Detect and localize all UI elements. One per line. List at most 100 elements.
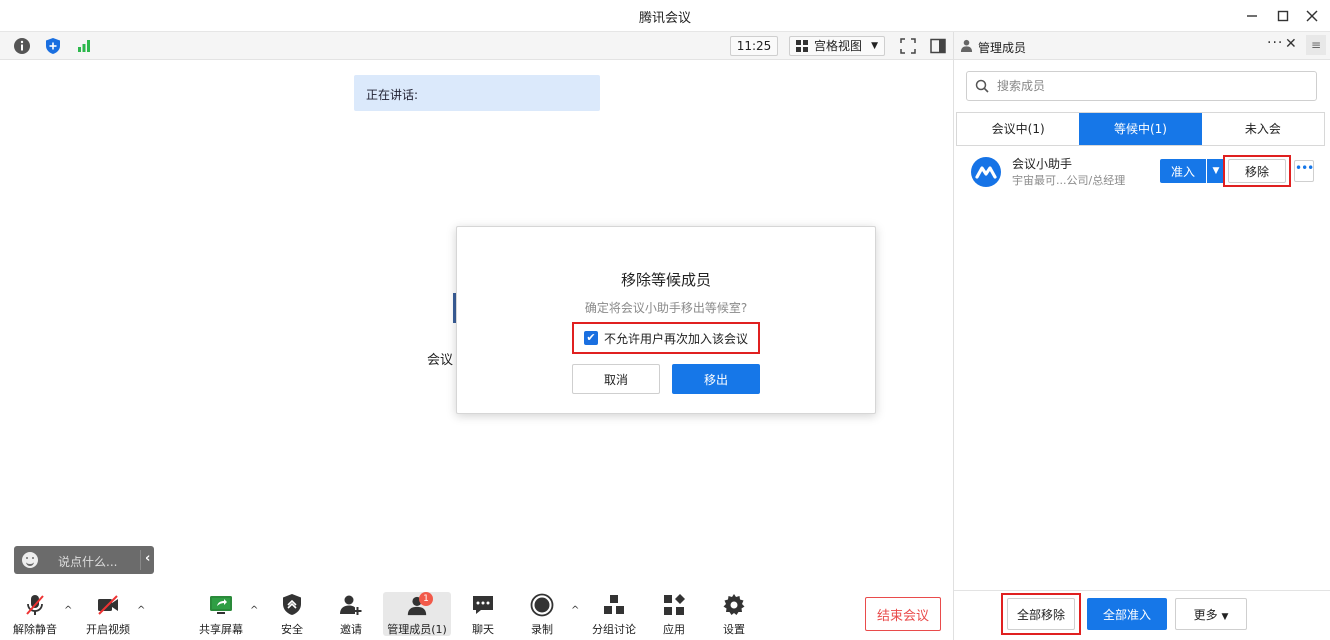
minimize-icon [1247, 15, 1257, 17]
record-label: 录制 [531, 623, 553, 636]
video-options-caret[interactable]: ^ [137, 605, 145, 616]
record-icon [530, 593, 554, 617]
tab-waiting[interactable]: 等候中(1) [1079, 113, 1202, 145]
admit-all-button[interactable]: 全部准入 [1087, 598, 1167, 630]
meeting-info-button[interactable] [13, 37, 31, 55]
invite-button[interactable]: 邀请 [321, 591, 381, 637]
security-label: 安全 [281, 623, 303, 636]
end-meeting-button[interactable]: 结束会议 [865, 597, 941, 631]
manage-members-button[interactable]: 1 管理成员(1) [383, 592, 451, 636]
view-mode-dropdown[interactable]: 宫格视图 ▼ [789, 36, 885, 56]
quick-chat-bar[interactable]: 说点什么... ‹ [14, 546, 154, 574]
share-screen-label: 共享屏幕 [199, 623, 243, 636]
signal-icon [78, 40, 90, 52]
members-badge: 1 [419, 592, 433, 606]
search-input[interactable] [997, 77, 1297, 95]
confirm-remove-button[interactable]: 移出 [672, 364, 760, 394]
panel-header: 管理成员 ··· ✕ ≡ [954, 32, 1330, 60]
audio-options-caret[interactable]: ^ [64, 605, 72, 616]
camera-off-icon [98, 595, 118, 615]
speaking-indicator: 正在讲话: [354, 75, 600, 111]
view-mode-label: 宫格视图 [814, 39, 863, 53]
collapse-chat-icon[interactable]: ‹ [145, 551, 150, 566]
info-icon [14, 38, 30, 54]
user-icon [960, 39, 973, 52]
shield-icon [46, 38, 60, 54]
more-label: 更多 [1193, 607, 1218, 622]
tab-not-joined[interactable]: 未入会 [1201, 113, 1324, 145]
start-video-button[interactable]: 开启视频 [78, 591, 138, 637]
grid-view-icon [796, 40, 808, 52]
record-button[interactable]: 录制 [512, 591, 572, 637]
share-screen-button[interactable]: 共享屏幕 [191, 591, 251, 637]
record-options-caret[interactable]: ^ [571, 605, 579, 616]
toggle-sidebar-button[interactable] [929, 37, 947, 55]
divider [140, 550, 141, 570]
panel-title: 管理成员 [978, 41, 1027, 55]
security-button[interactable]: 安全 [262, 591, 322, 637]
participant-name-partial: 会议 [427, 353, 454, 368]
cancel-button[interactable]: 取消 [572, 364, 660, 394]
maximize-button[interactable] [1273, 6, 1293, 26]
block-rejoin-checkbox[interactable]: ✔ 不允许用户再次加入该会议 [572, 322, 760, 354]
remove-waiting-member-dialog: 移除等候成员 确定将会议小助手移出等候室? ✔ 不允许用户再次加入该会议 取消 … [456, 226, 876, 414]
member-tabs: 会议中(1) 等候中(1) 未入会 [956, 112, 1325, 146]
security-status-button[interactable] [44, 37, 62, 55]
close-window-button[interactable] [1302, 6, 1322, 26]
search-icon [975, 79, 989, 93]
more-dropdown[interactable]: 更多 ▼ [1175, 598, 1247, 630]
list-item: 会议小助手 宇宙最可...公司/总经理 准入 ▼ 移除 ••• [954, 150, 1330, 196]
unmute-label: 解除静音 [13, 623, 57, 636]
apps-icon [664, 594, 685, 615]
chevron-down-icon: ▼ [1221, 611, 1229, 622]
share-screen-icon [210, 596, 232, 614]
fullscreen-icon [900, 38, 916, 54]
member-name: 会议小助手 [1012, 157, 1073, 171]
dialog-description: 确定将会议小助手移出等候室? [584, 301, 748, 315]
add-user-icon [340, 595, 362, 615]
checkbox-label[interactable]: 不允许用户再次加入该会议 [604, 330, 748, 347]
unmute-button[interactable]: 解除静音 [5, 591, 65, 637]
security-shield-icon [283, 594, 301, 615]
apps-label: 应用 [663, 623, 685, 636]
breakout-icon [604, 595, 624, 614]
chat-button[interactable]: 聊天 [453, 591, 513, 637]
network-status-button[interactable] [75, 37, 93, 55]
sidebar-icon [930, 38, 946, 54]
meeting-toolbar: 11:25 宫格视图 ▼ [0, 32, 953, 60]
chat-icon [473, 596, 493, 614]
start-video-label: 开启视频 [86, 623, 130, 636]
panel-menu-icon[interactable]: ≡ [1306, 35, 1326, 55]
avatar [971, 157, 1001, 187]
apps-button[interactable]: 应用 [644, 591, 704, 637]
panel-close-icon[interactable]: ✕ [1285, 36, 1297, 52]
remove-button[interactable]: 移除 [1228, 159, 1286, 183]
tab-in-meeting[interactable]: 会议中(1) [957, 113, 1080, 145]
breakout-rooms-button[interactable]: 分组讨论 [584, 591, 644, 637]
member-search[interactable] [966, 71, 1317, 101]
remove-all-button[interactable]: 全部移除 [1007, 598, 1075, 630]
tencent-meeting-logo-icon [975, 166, 997, 179]
window-title: 腾讯会议 [638, 11, 691, 26]
invite-label: 邀请 [340, 623, 362, 636]
manage-members-label: 管理成员(1) [387, 623, 447, 636]
member-more-icon[interactable]: ••• [1294, 160, 1314, 182]
chat-input-placeholder[interactable]: 说点什么... [58, 553, 117, 570]
settings-button[interactable]: 设置 [704, 591, 764, 637]
fullscreen-button[interactable] [899, 37, 917, 55]
settings-label: 设置 [723, 623, 745, 636]
bottom-toolbar: 解除静音 ^ 开启视频 ^ 共享屏幕 ^ 安全 邀请 1 管理成员(1) 聊天 … [0, 581, 953, 640]
checkbox-checked-icon[interactable]: ✔ [584, 331, 598, 345]
dialog-title: 移除等候成员 [620, 271, 711, 289]
share-options-caret[interactable]: ^ [250, 605, 258, 616]
panel-footer: 全部移除 全部准入 更多 ▼ [954, 590, 1330, 640]
emoji-icon[interactable] [22, 552, 38, 568]
panel-more-icon[interactable]: ··· [1267, 35, 1283, 51]
chevron-down-icon: ▼ [871, 41, 878, 51]
minimize-button[interactable] [1242, 6, 1262, 26]
breakout-rooms-label: 分组讨论 [592, 623, 636, 636]
admit-button[interactable]: 准入 [1160, 159, 1206, 183]
member-subtitle: 宇宙最可...公司/总经理 [1012, 174, 1126, 187]
members-panel: 管理成员 ··· ✕ ≡ 会议中(1) 等候中(1) 未入会 会议小助手 宇宙最… [953, 32, 1330, 640]
mic-muted-icon [26, 595, 44, 615]
